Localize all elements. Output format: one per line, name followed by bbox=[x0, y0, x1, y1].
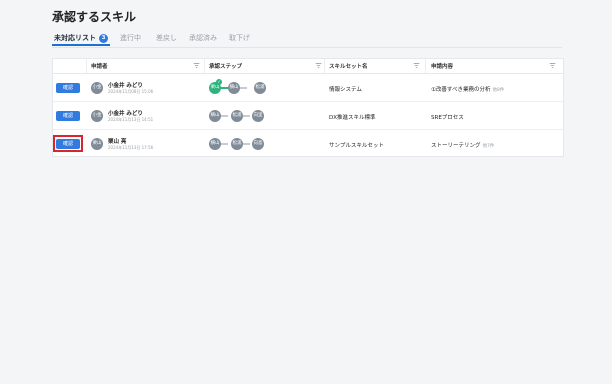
approval-step: 横山 bbox=[228, 82, 240, 94]
column-divider bbox=[425, 59, 426, 73]
approval-step: 松浦 bbox=[254, 82, 266, 94]
request-content-text: SREプロセス bbox=[431, 115, 464, 121]
header-request-content: 申請内容 bbox=[431, 64, 454, 70]
approval-step: 松浦 bbox=[231, 110, 243, 122]
check-icon: ✓ bbox=[216, 79, 222, 85]
approval-step: 向島 bbox=[252, 138, 264, 150]
active-tab-indicator bbox=[52, 44, 110, 46]
filter-icon[interactable] bbox=[315, 62, 322, 69]
request-content-text: ①改善すべき業務の分析 bbox=[431, 87, 491, 93]
applied-date: 2024年11月08日 15:06 bbox=[108, 89, 154, 94]
column-divider bbox=[86, 59, 87, 73]
step-connector bbox=[243, 143, 250, 145]
header-skillset-name: スキルセット名 bbox=[329, 64, 368, 70]
request-content-text: ストーリーテリング bbox=[431, 143, 481, 149]
page-title: 承認するスキル bbox=[52, 10, 137, 24]
more-count: 他7件 bbox=[482, 144, 495, 149]
tab-pending[interactable]: 未対応リスト 3 bbox=[54, 33, 108, 43]
tab-in-progress[interactable]: 進行中 bbox=[120, 33, 141, 43]
request-content: ①改善すべき業務の分析 他8件 bbox=[431, 85, 504, 93]
approval-step: 松浦 bbox=[231, 138, 243, 150]
approval-step: 向里 bbox=[252, 110, 264, 122]
step-connector bbox=[221, 143, 228, 145]
approval-step: 横山 bbox=[209, 138, 221, 150]
skillset-name: DX推進スキル標準 bbox=[329, 115, 376, 121]
filter-icon[interactable] bbox=[193, 62, 200, 69]
skillset-name: 情報システム bbox=[329, 87, 362, 93]
applied-date: 2024年11月13日 14:51 bbox=[108, 117, 154, 122]
tab-returned[interactable]: 差戻し bbox=[156, 33, 177, 43]
applicant-name: 小金井 みどり bbox=[108, 83, 143, 89]
tab-withdrawn[interactable]: 取下げ bbox=[229, 33, 250, 43]
avatar: 小金 bbox=[91, 110, 103, 122]
avatar: 小金 bbox=[91, 82, 103, 94]
step-connector bbox=[221, 87, 228, 89]
header-applicant: 申請者 bbox=[91, 64, 108, 70]
applicant-name: 栗山 亮 bbox=[108, 139, 127, 145]
skillset-name: サンプルスキルセット bbox=[329, 143, 384, 149]
request-content: SREプロセス bbox=[431, 113, 466, 121]
approval-step: 横山 bbox=[209, 110, 221, 122]
confirm-button[interactable]: 確認 bbox=[56, 111, 80, 121]
header-approval-steps: 承認ステップ bbox=[209, 64, 243, 70]
filter-icon[interactable] bbox=[413, 62, 420, 69]
applied-date: 2024年11月13日 17:56 bbox=[108, 145, 154, 150]
confirm-button[interactable]: 確認 bbox=[56, 139, 80, 149]
avatar: 栗山 bbox=[91, 138, 103, 150]
table-header: 申請者 承認ステップ スキルセット名 申請内容 bbox=[53, 59, 563, 74]
tab-approved[interactable]: 承認済み bbox=[189, 33, 217, 43]
column-divider bbox=[204, 59, 205, 73]
confirm-button[interactable]: 確認 bbox=[56, 83, 80, 93]
request-content: ストーリーテリング 他7件 bbox=[431, 141, 494, 149]
step-connector bbox=[221, 115, 228, 117]
pending-count-badge: 3 bbox=[99, 34, 108, 43]
table-row: 確認 栗山 栗山 亮 2024年11月13日 17:56 横山 松浦 向島 サン… bbox=[53, 130, 563, 157]
applicant-name: 小金井 みどり bbox=[108, 111, 143, 117]
tab-pending-label: 未対応リスト bbox=[54, 34, 96, 42]
table-row: 確認 小金 小金井 みどり 2024年11月08日 15:06 栗山 ✓ 横山 … bbox=[53, 74, 563, 102]
step-connector bbox=[243, 115, 250, 117]
column-divider bbox=[324, 59, 325, 73]
tab-bar: 未対応リスト 3 進行中 差戻し 承認済み 取下げ bbox=[52, 31, 562, 48]
more-count: 他8件 bbox=[492, 88, 505, 93]
table-row: 確認 小金 小金井 みどり 2024年11月13日 14:51 横山 松浦 向里… bbox=[53, 102, 563, 130]
step-connector bbox=[240, 87, 247, 89]
filter-icon[interactable] bbox=[549, 62, 556, 69]
approval-table: 申請者 承認ステップ スキルセット名 申請内容 確認 小金 小金井 みどり 20… bbox=[52, 58, 564, 157]
